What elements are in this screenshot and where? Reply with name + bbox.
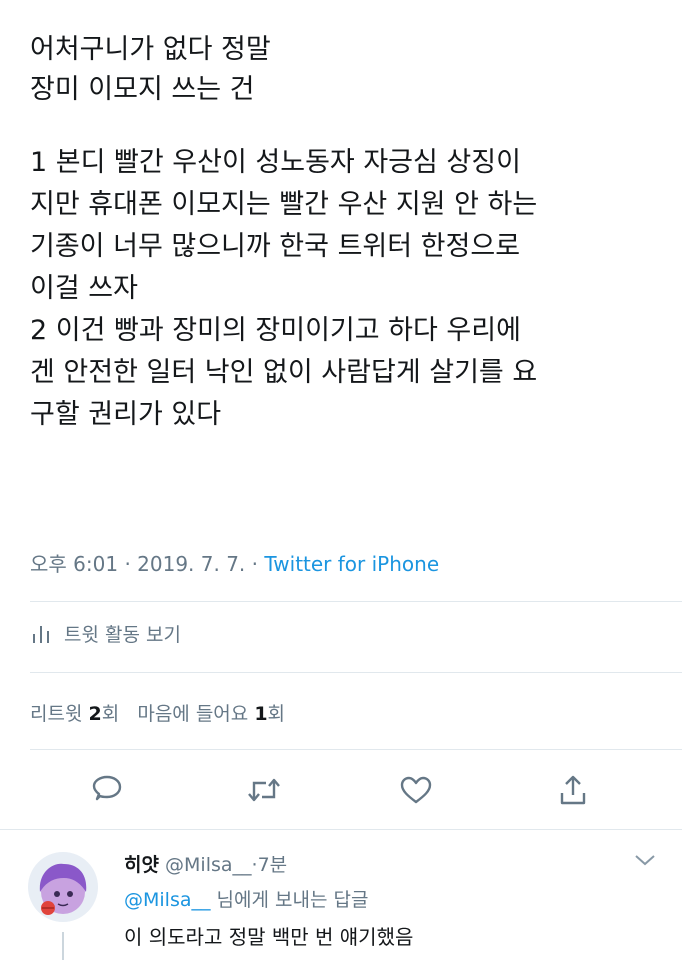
- retweet-label: 리트윗: [30, 703, 83, 725]
- section-separator: [0, 829, 682, 830]
- retweet-unit: 회: [101, 703, 120, 725]
- tweet-text-line: 기종이 너무 많으니까 한국 트위터 한정으로: [30, 231, 521, 262]
- tweet-menu-button[interactable]: [634, 852, 656, 871]
- tweet-activity-link[interactable]: 트윗 활동 보기: [32, 620, 181, 647]
- tweet-text-line: 지만 휴대폰 이모지는 빨간 우산 지원 안 하는: [30, 189, 538, 220]
- share-icon: [560, 775, 586, 805]
- reply-time: 7분: [257, 854, 288, 876]
- heart-icon: [400, 776, 432, 804]
- avatar-image: [28, 852, 98, 922]
- divider: [30, 749, 682, 750]
- tweet-text-line: 어처구니가 없다 정말: [30, 34, 271, 65]
- chevron-down-icon: [635, 855, 655, 866]
- tweet-text-line: 이걸 쓰자: [30, 273, 138, 304]
- tweet-actions: [0, 770, 682, 810]
- share-button[interactable]: [553, 770, 593, 810]
- retweet-icon: [248, 778, 280, 802]
- reply-button[interactable]: [87, 770, 127, 810]
- thread-line: [62, 932, 64, 960]
- bar-chart-icon: [33, 625, 49, 643]
- like-unit: 회: [267, 703, 286, 725]
- divider: [30, 672, 682, 673]
- tweet-text-line: 장미 이모지 쓰는 건: [30, 74, 255, 105]
- replying-to-label: 님에게 보내는 답글: [210, 889, 369, 911]
- retweet-button[interactable]: [244, 770, 284, 810]
- like-stat[interactable]: 마음에 들어요 1회: [137, 703, 285, 725]
- reply-header: 히얏 @Milsa__·7분: [124, 850, 287, 877]
- tweet-text-line: 1 본디 빨간 우산이 성노동자 자긍심 상징이: [30, 147, 521, 178]
- avatar[interactable]: [28, 852, 98, 922]
- reply-author-handle[interactable]: @Milsa__: [165, 854, 252, 876]
- like-count: 1: [254, 703, 268, 725]
- retweet-stat[interactable]: 리트윗 2회: [30, 703, 119, 725]
- tweet-body: 1 본디 빨간 우산이 성노동자 자긍심 상징이 지만 휴대폰 이모지는 빨간 …: [30, 142, 660, 436]
- reply-text: 이 의도라고 정말 백만 번 얘기했음: [124, 925, 414, 949]
- like-label: 마음에 들어요: [137, 703, 249, 725]
- tweet-activity-label: 트윗 활동 보기: [64, 624, 181, 646]
- retweet-count: 2: [88, 703, 102, 725]
- comment-icon: [92, 775, 122, 801]
- divider: [30, 601, 682, 602]
- meta-separator: ·: [124, 552, 131, 576]
- tweet-source-link[interactable]: Twitter for iPhone: [264, 552, 439, 576]
- reply-author-name[interactable]: 히얏: [124, 854, 159, 876]
- tweet-stats: 리트윗 2회 마음에 들어요 1회: [30, 699, 285, 726]
- tweet-text-line: 2 이건 빵과 장미의 장미이기고 하다 우리에: [30, 315, 521, 346]
- replying-to-handle[interactable]: @Milsa__: [124, 889, 211, 911]
- tweet-intro: 어처구니가 없다 정말 장미 이모지 쓰는 건: [30, 30, 660, 110]
- meta-separator: ·: [251, 552, 259, 576]
- tweet-time: 오후 6:01: [30, 552, 119, 576]
- tweet-text-line: 구할 권리가 있다: [30, 399, 222, 430]
- tweet-date: 2019. 7. 7.: [137, 552, 246, 576]
- tweet-meta: 오후 6:01 · 2019. 7. 7. · Twitter for iPho…: [30, 548, 439, 577]
- tweet-text-line: 겐 안전한 일터 낙인 없이 사람답게 살기를 요: [30, 357, 538, 388]
- replying-to: @Milsa__ 님에게 보내는 답글: [124, 885, 368, 912]
- like-button[interactable]: [396, 770, 436, 810]
